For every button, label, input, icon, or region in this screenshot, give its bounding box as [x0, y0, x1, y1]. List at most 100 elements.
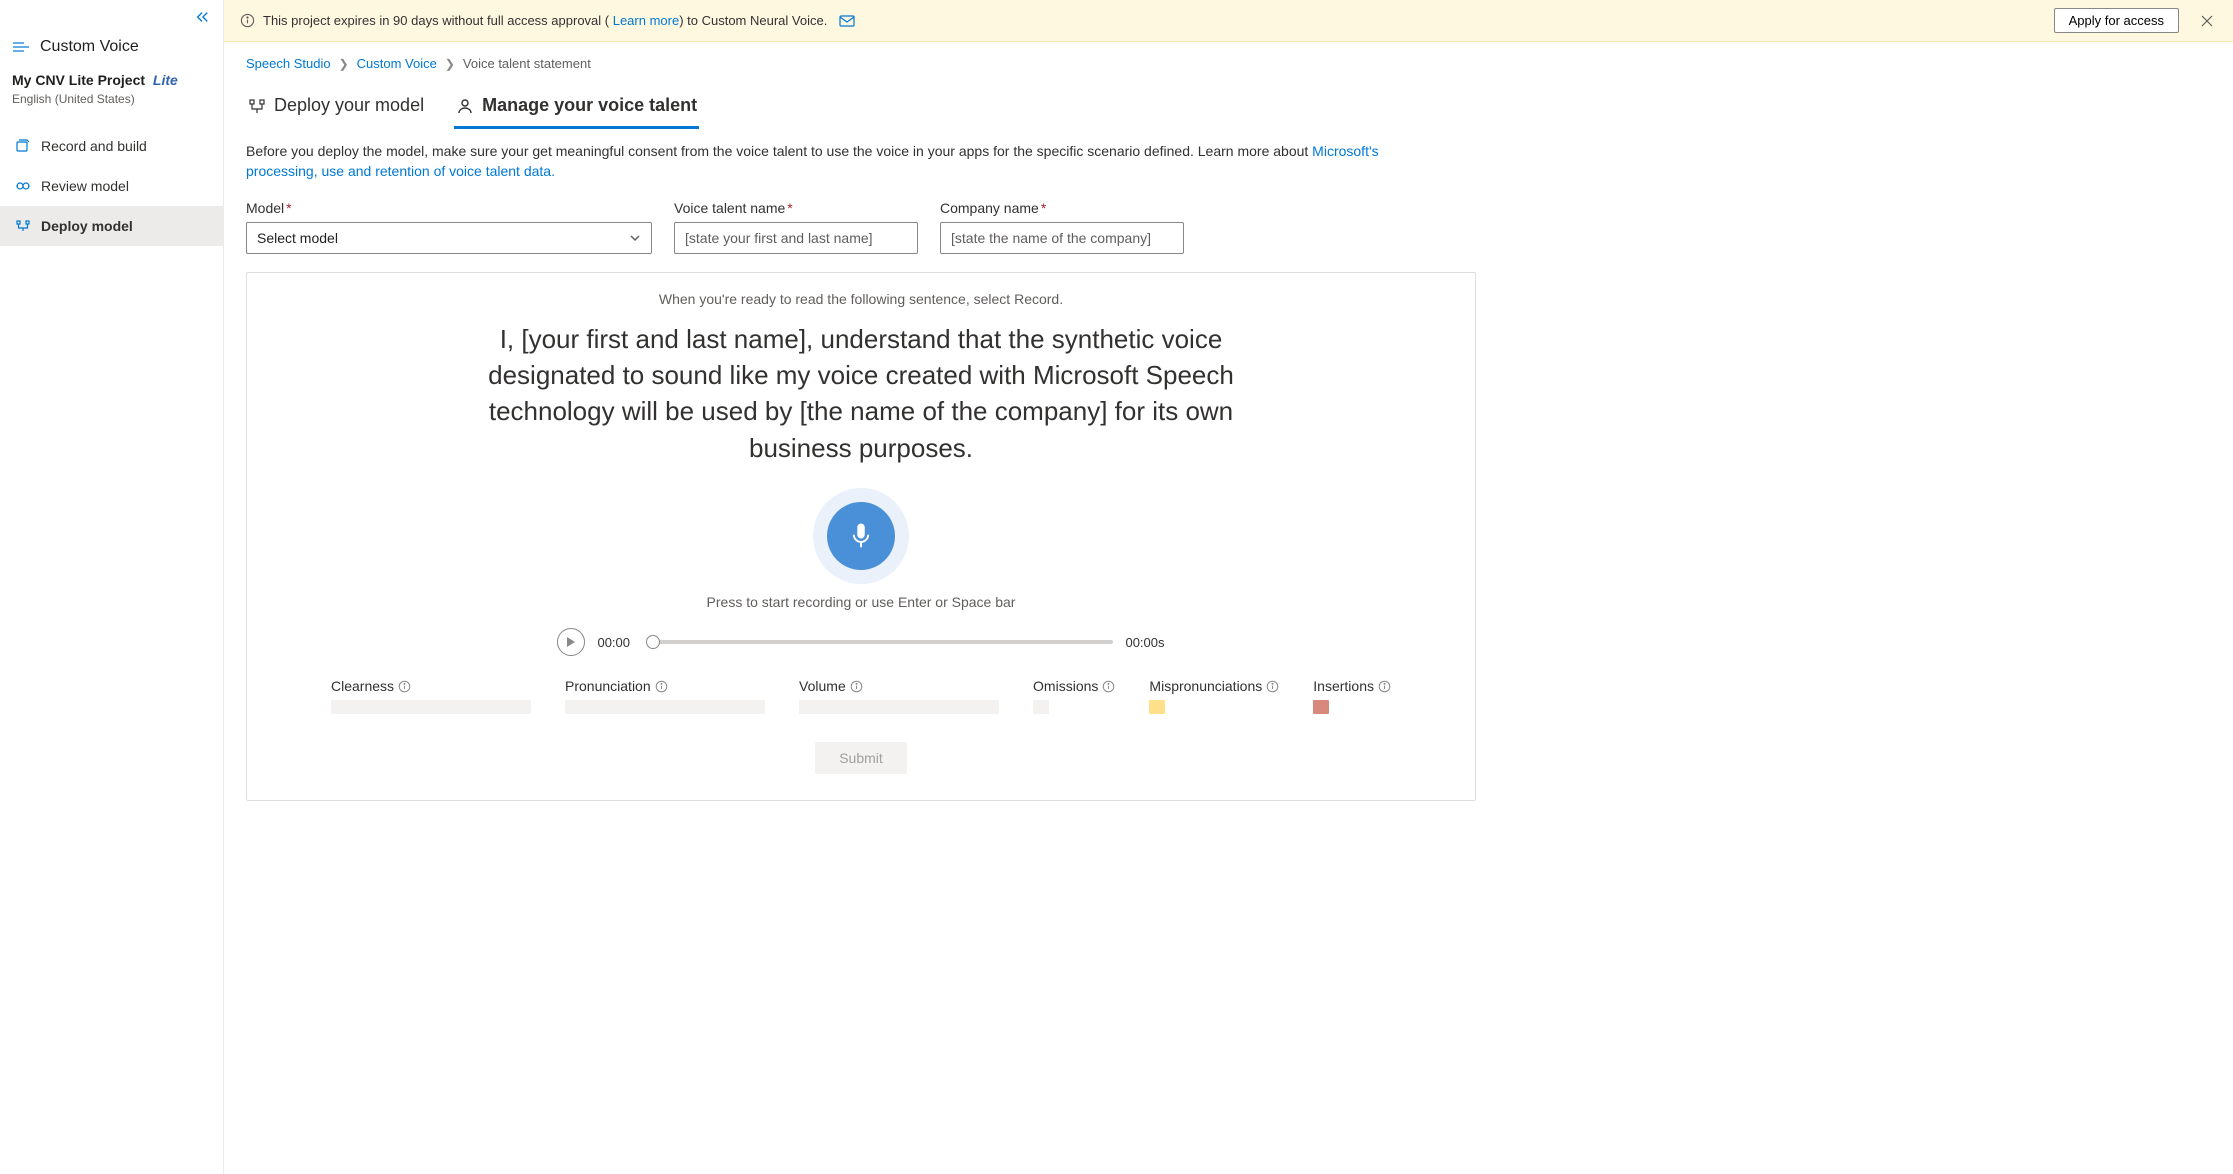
tab-manage-voice-talent[interactable]: Manage your voice talent: [454, 85, 699, 129]
info-icon: [240, 13, 255, 28]
sidebar-title: Custom Voice: [40, 38, 139, 56]
crumb-custom-voice[interactable]: Custom Voice: [357, 56, 437, 71]
metrics-row: Clearness Pronunciation Volume: [331, 678, 1391, 714]
metric-label-text: Pronunciation: [565, 678, 651, 694]
seek-track[interactable]: [653, 640, 1113, 644]
press-hint: Press to start recording or use Enter or…: [287, 594, 1435, 610]
crumb-speech-studio[interactable]: Speech Studio: [246, 56, 331, 71]
consent-statement: I, [your first and last name], understan…: [441, 321, 1281, 467]
metric-pronunciation: Pronunciation: [565, 678, 765, 714]
label-text: Company name: [940, 200, 1039, 216]
microphone-icon: [846, 521, 876, 551]
deploy-icon: [15, 218, 31, 234]
metric-omissions: Omissions: [1033, 678, 1115, 714]
custom-voice-icon: [12, 40, 30, 54]
info-icon[interactable]: [850, 680, 863, 693]
info-icon[interactable]: [1266, 680, 1279, 693]
required-indicator: *: [1041, 200, 1046, 216]
mail-icon[interactable]: [839, 15, 855, 27]
collapse-sidebar-icon[interactable]: [195, 10, 209, 24]
nav-label: Deploy model: [41, 218, 133, 234]
metric-label-text: Omissions: [1033, 678, 1098, 694]
mic-outer: [813, 488, 909, 584]
notice-text: This project expires in 90 days without …: [263, 13, 827, 28]
nav-label: Record and build: [41, 138, 147, 154]
voice-talent-name-field: Voice talent name*: [674, 200, 918, 254]
model-label: Model*: [246, 200, 652, 216]
breadcrumb: Speech Studio ❯ Custom Voice ❯ Voice tal…: [224, 42, 2233, 85]
play-icon: [566, 636, 576, 648]
metric-insertions: Insertions: [1313, 678, 1391, 714]
learn-more-link[interactable]: Learn more: [613, 13, 679, 28]
label-text: Model: [246, 200, 284, 216]
access-notice: This project expires in 90 days without …: [224, 0, 2233, 42]
required-indicator: *: [286, 200, 291, 216]
main: This project expires in 90 days without …: [224, 0, 2233, 1174]
notice-text-part: ) to Custom Neural Voice.: [679, 13, 827, 28]
metric-bar: [331, 700, 531, 714]
form-row: Model* Select model Voice talent name* C…: [224, 200, 2233, 272]
tab-label: Deploy your model: [274, 95, 424, 116]
nav-review-model[interactable]: Review model: [0, 166, 223, 206]
record-hint: When you're ready to read the following …: [287, 291, 1435, 307]
chevron-right-icon: ❯: [445, 57, 455, 71]
tab-label: Manage your voice talent: [482, 95, 697, 116]
record-icon: [15, 138, 31, 154]
company-name-field: Company name*: [940, 200, 1184, 254]
required-indicator: *: [787, 200, 792, 216]
review-icon: [15, 178, 31, 194]
info-icon[interactable]: [398, 680, 411, 693]
metric-bar: [1313, 700, 1329, 714]
voice-talent-label: Voice talent name*: [674, 200, 918, 216]
tabs: Deploy your model Manage your voice tale…: [224, 85, 2233, 129]
label-text: Voice talent name: [674, 200, 785, 216]
project-name: My CNV Lite Project: [12, 72, 145, 88]
person-icon: [456, 97, 474, 115]
company-label: Company name*: [940, 200, 1184, 216]
current-time: 00:00: [597, 635, 641, 650]
metric-label-text: Clearness: [331, 678, 394, 694]
metric-bar: [1033, 700, 1049, 714]
metric-bar: [799, 700, 999, 714]
close-notice-icon[interactable]: [2197, 15, 2217, 27]
info-icon[interactable]: [1102, 680, 1115, 693]
metric-bar: [1149, 700, 1165, 714]
nav-deploy-model[interactable]: Deploy model: [0, 206, 223, 246]
seek-thumb[interactable]: [646, 635, 660, 649]
play-button[interactable]: [557, 628, 585, 656]
metric-label-text: Mispronunciations: [1149, 678, 1262, 694]
model-field: Model* Select model: [246, 200, 652, 254]
project-badge: Lite: [153, 72, 178, 88]
sidebar-nav: Record and build Review model Deploy mod…: [0, 122, 223, 246]
tab-deploy-model[interactable]: Deploy your model: [246, 85, 426, 129]
description: Before you deploy the model, make sure y…: [224, 129, 1454, 200]
info-icon[interactable]: [655, 680, 668, 693]
record-button[interactable]: [827, 502, 895, 570]
model-select-value: Select model: [257, 230, 338, 246]
apply-for-access-button[interactable]: Apply for access: [2054, 8, 2179, 33]
duration: 00:00s: [1125, 635, 1164, 650]
notice-text-part: This project expires in 90 days without …: [263, 13, 613, 28]
chevron-right-icon: ❯: [339, 57, 349, 71]
audio-player: 00:00 00:00s: [287, 628, 1435, 656]
metric-mispronunciations: Mispronunciations: [1149, 678, 1279, 714]
project-language: English (United States): [0, 90, 223, 122]
chevron-down-icon: [629, 232, 641, 244]
voice-talent-name-input[interactable]: [674, 222, 918, 254]
sidebar: Custom Voice My CNV Lite Project Lite En…: [0, 0, 224, 1174]
deploy-tab-icon: [248, 97, 266, 115]
crumb-current: Voice talent statement: [463, 56, 591, 71]
metric-label-text: Volume: [799, 678, 846, 694]
model-select[interactable]: Select model: [246, 222, 652, 254]
info-icon[interactable]: [1378, 680, 1391, 693]
metric-label-text: Insertions: [1313, 678, 1374, 694]
nav-label: Review model: [41, 178, 129, 194]
submit-button[interactable]: Submit: [815, 742, 907, 774]
metric-clearness: Clearness: [331, 678, 531, 714]
nav-record-and-build[interactable]: Record and build: [0, 126, 223, 166]
desc-text: Before you deploy the model, make sure y…: [246, 143, 1312, 159]
company-name-input[interactable]: [940, 222, 1184, 254]
metric-volume: Volume: [799, 678, 999, 714]
record-box: When you're ready to read the following …: [246, 272, 1476, 802]
metric-bar: [565, 700, 765, 714]
